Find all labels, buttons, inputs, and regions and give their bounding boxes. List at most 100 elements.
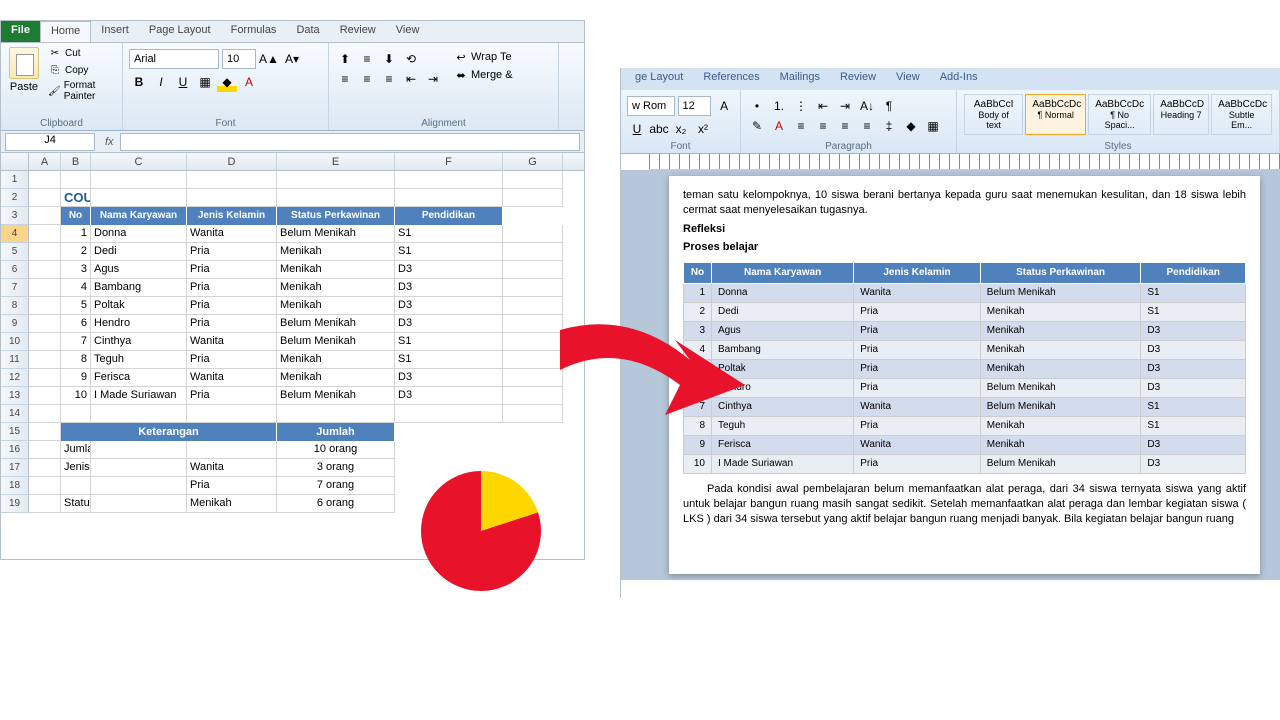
underline-button[interactable]: U [173, 72, 193, 92]
font-color-button[interactable]: A [769, 116, 789, 136]
cut-button[interactable]: ✂Cut [45, 45, 116, 61]
row-header[interactable]: 8 [1, 297, 29, 315]
italic-button[interactable]: I [151, 72, 171, 92]
col-header[interactable]: E [277, 153, 395, 170]
select-all-corner[interactable] [1, 153, 29, 170]
table-row[interactable]: 7CinthyaWanitaBelum MenikahS1 [684, 397, 1246, 416]
style-nospacing[interactable]: AaBbCcDc¶ No Spaci... [1088, 94, 1151, 135]
formula-input[interactable] [120, 133, 580, 151]
align-right-button[interactable]: ≡ [379, 69, 399, 89]
row-header[interactable]: 17 [1, 459, 29, 477]
table-row[interactable]: 6HendroPriaBelum MenikahD3 [684, 378, 1246, 397]
indent-dec-button[interactable]: ⇤ [401, 69, 421, 89]
highlight-button[interactable]: ✎ [747, 116, 767, 136]
table-row[interactable]: 2DediPriaMenikahS1 [29, 243, 584, 261]
align-left-button[interactable]: ≡ [335, 69, 355, 89]
row-header[interactable]: 12 [1, 369, 29, 387]
align-right-button[interactable]: ≡ [835, 116, 855, 136]
row-header[interactable]: 13 [1, 387, 29, 405]
grow-font-icon[interactable]: A [714, 96, 734, 116]
row-header[interactable]: 15 [1, 423, 29, 441]
page[interactable]: teman satu kelompoknya, 10 siswa berani … [669, 176, 1260, 574]
cell-grid[interactable]: COUNTIF NoNama KaryawanJenis KelaminStat… [29, 171, 584, 513]
bold-button[interactable]: B [129, 72, 149, 92]
wrap-text-button[interactable]: ↩Wrap Te [451, 49, 516, 65]
row-header[interactable]: 4 [1, 225, 29, 243]
row-header[interactable]: 9 [1, 315, 29, 333]
ruler[interactable] [649, 154, 1280, 170]
indent-inc-button[interactable]: ⇥ [835, 96, 855, 116]
row-header[interactable]: 18 [1, 477, 29, 495]
row-header[interactable]: 19 [1, 495, 29, 513]
table-row[interactable]: 3AgusPriaMenikahD3 [684, 321, 1246, 340]
col-header[interactable]: C [91, 153, 187, 170]
tab-review[interactable]: Review [830, 68, 886, 90]
row-header[interactable]: 16 [1, 441, 29, 459]
tab-view[interactable]: View [386, 21, 430, 42]
spacing-button[interactable]: ‡ [879, 116, 899, 136]
tab-home[interactable]: Home [40, 21, 91, 42]
underline-button[interactable]: U [627, 119, 647, 139]
name-box[interactable]: J4 [5, 133, 95, 151]
tab-formulas[interactable]: Formulas [221, 21, 287, 42]
style-subtle[interactable]: AaBbCcDcSubtle Em... [1211, 94, 1272, 135]
align-bottom-button[interactable]: ⬇ [379, 49, 399, 69]
table-row[interactable]: 5PoltakPriaMenikahD3 [29, 297, 584, 315]
sort-button[interactable]: A↓ [857, 96, 877, 116]
tab-page-layout[interactable]: Page Layout [139, 21, 221, 42]
row-header[interactable]: 14 [1, 405, 29, 423]
fill-color-button[interactable]: ◆ [217, 72, 237, 92]
col-header[interactable]: F [395, 153, 503, 170]
table-row[interactable]: 4BambangPriaMenikahD3 [29, 279, 584, 297]
table-row[interactable]: 9FeriscaWanitaMenikahD3 [684, 435, 1246, 454]
table-row[interactable]: 8TeguhPriaMenikahS1 [684, 416, 1246, 435]
table-row[interactable]: 5PoltakPriaMenikahD3 [684, 359, 1246, 378]
indent-inc-button[interactable]: ⇥ [423, 69, 443, 89]
table-row[interactable]: 3AgusPriaMenikahD3 [29, 261, 584, 279]
bullets-button[interactable]: • [747, 96, 767, 116]
word-table[interactable]: No Nama Karyawan Jenis Kelamin Status Pe… [683, 262, 1246, 474]
tab-view[interactable]: View [886, 68, 930, 90]
col-header[interactable]: B [61, 153, 91, 170]
justify-button[interactable]: ≡ [857, 116, 877, 136]
format-painter-button[interactable]: 🖌Format Painter [45, 79, 116, 103]
align-top-button[interactable]: ⬆ [335, 49, 355, 69]
sub-button[interactable]: x₂ [671, 119, 691, 139]
shrink-font-button[interactable]: A▾ [282, 49, 302, 69]
strike-button[interactable]: abc [649, 119, 669, 139]
table-row[interactable]: 4BambangPriaMenikahD3 [684, 340, 1246, 359]
row-header[interactable]: 2 [1, 189, 29, 207]
font-color-button[interactable]: A [239, 72, 259, 92]
copy-button[interactable]: ⎘Copy [45, 62, 116, 78]
borders-button[interactable]: ▦ [923, 116, 943, 136]
table-row[interactable]: 8TeguhPriaMenikahS1 [29, 351, 584, 369]
table-row[interactable]: 10I Made SuriawanPriaBelum MenikahD3 [29, 387, 584, 405]
merge-button[interactable]: ⬌Merge & [451, 67, 516, 83]
pilcrow-button[interactable]: ¶ [879, 96, 899, 116]
word-size-combo[interactable]: 12 [678, 96, 712, 116]
row-header[interactable]: 6 [1, 261, 29, 279]
col-header[interactable]: G [503, 153, 563, 170]
indent-dec-button[interactable]: ⇤ [813, 96, 833, 116]
align-center-button[interactable]: ≡ [357, 69, 377, 89]
table-row[interactable]: 1DonnaWanitaBelum MenikahS1 [684, 283, 1246, 302]
fx-icon[interactable]: fx [99, 136, 120, 148]
table-row[interactable]: 1DonnaWanitaBelum MenikahS1 [29, 225, 584, 243]
paste-button[interactable]: Paste [7, 45, 41, 95]
table-row[interactable]: 6HendroPriaBelum MenikahD3 [29, 315, 584, 333]
sup-button[interactable]: x² [693, 119, 713, 139]
tab-insert[interactable]: Insert [91, 21, 139, 42]
grow-font-button[interactable]: A▲ [259, 49, 279, 69]
tab-file[interactable]: File [1, 21, 40, 42]
row-header[interactable]: 5 [1, 243, 29, 261]
tab-addins[interactable]: Add-Ins [930, 68, 988, 90]
border-button[interactable]: ▦ [195, 72, 215, 92]
align-left-button[interactable]: ≡ [791, 116, 811, 136]
align-center-button[interactable]: ≡ [813, 116, 833, 136]
row-header[interactable]: 1 [1, 171, 29, 189]
col-header[interactable]: A [29, 153, 61, 170]
multilevel-button[interactable]: ⋮ [791, 96, 811, 116]
row-header[interactable]: 10 [1, 333, 29, 351]
tab-data[interactable]: Data [286, 21, 329, 42]
row-header[interactable]: 3 [1, 207, 29, 225]
